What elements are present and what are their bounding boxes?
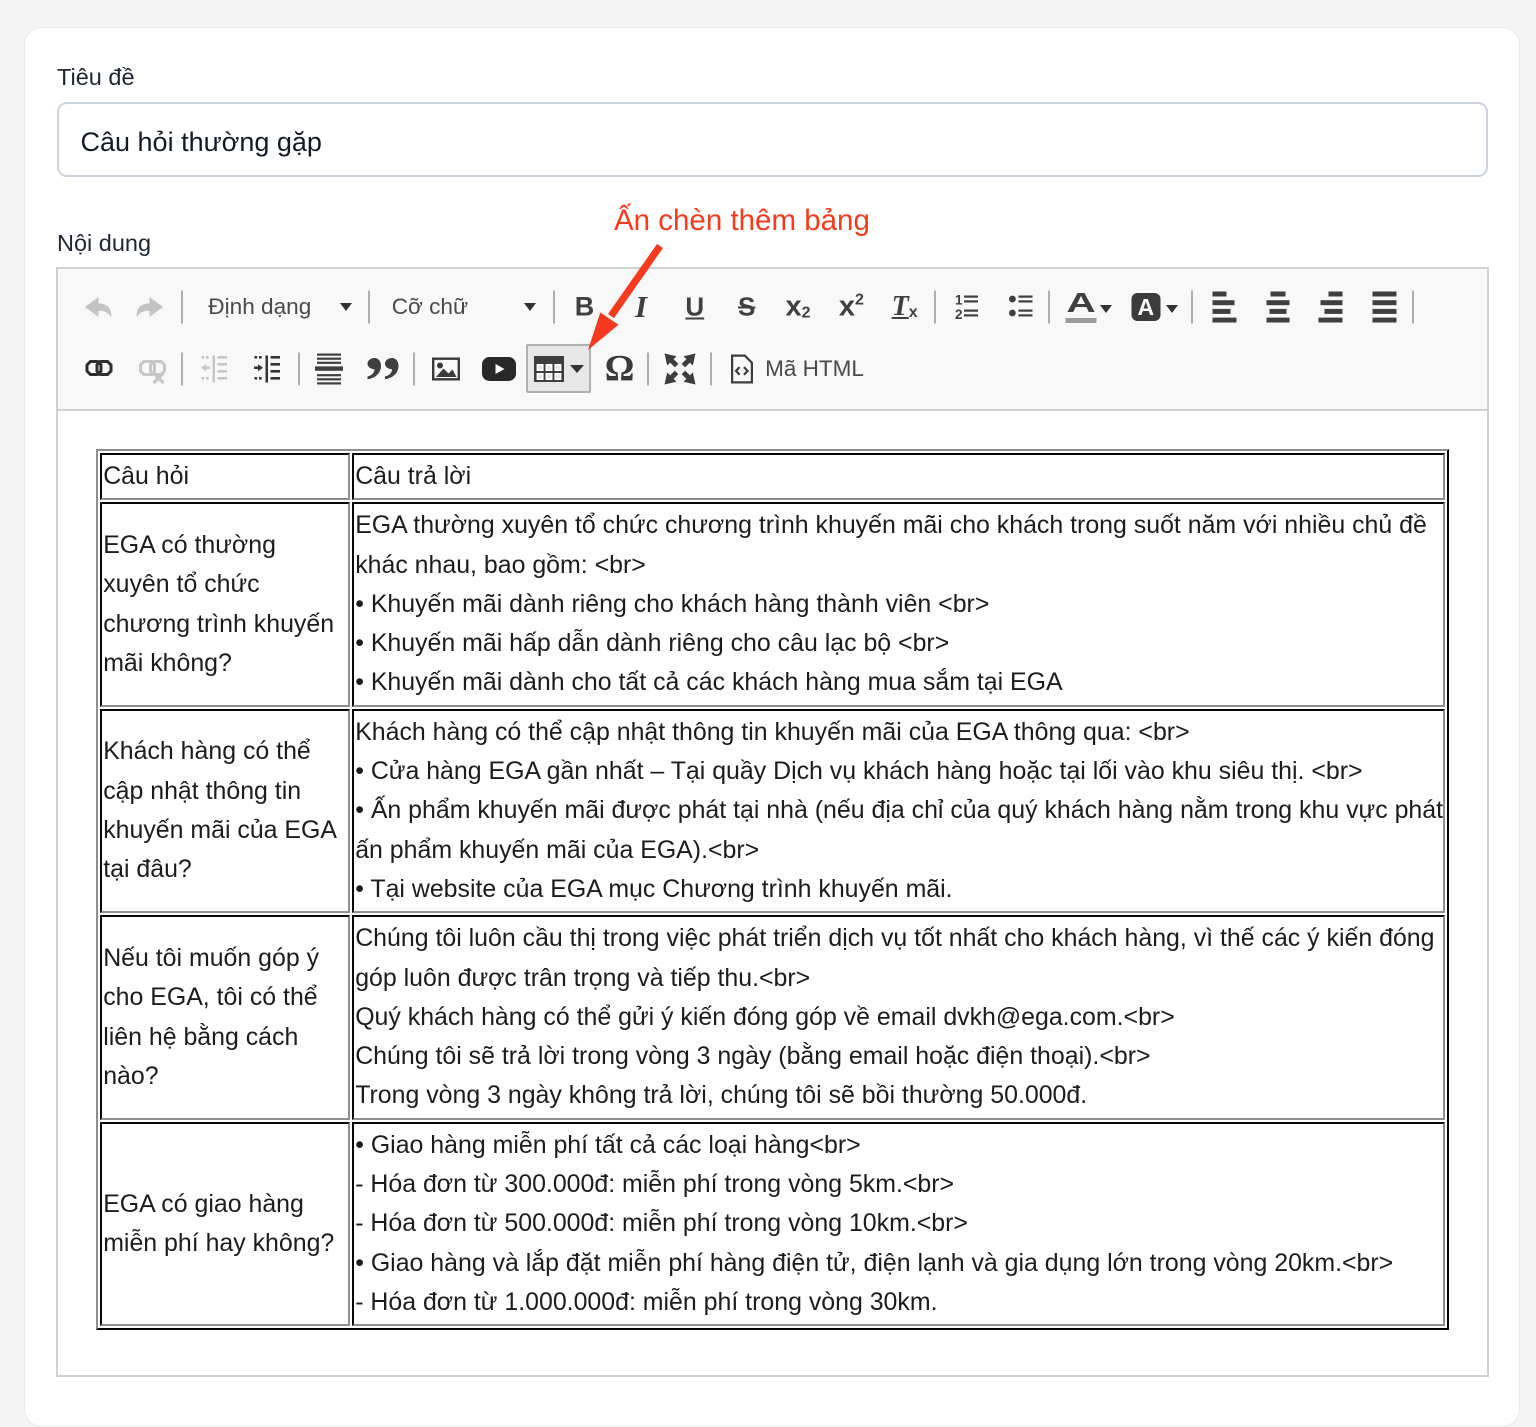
svg-text:2: 2: [956, 307, 963, 320]
svg-text:1: 1: [956, 295, 964, 308]
